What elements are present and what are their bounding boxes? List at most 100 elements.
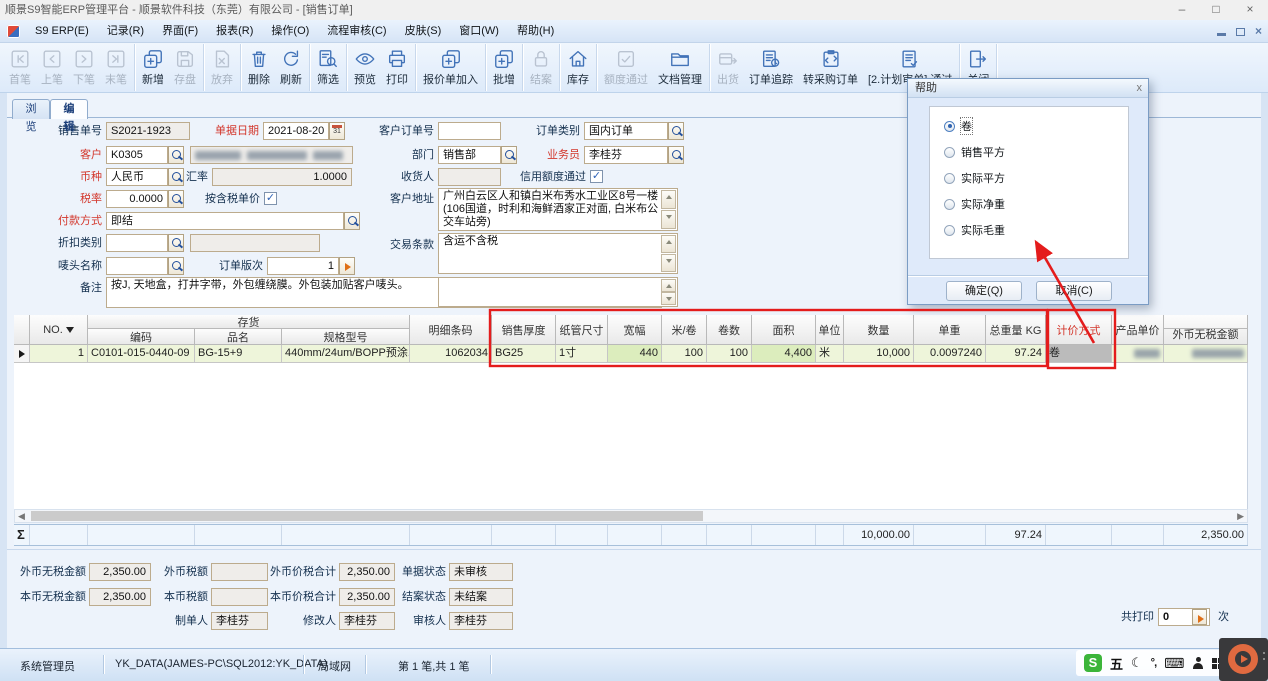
toolbar-preview-button[interactable]: 预览 (349, 44, 381, 91)
textarea-scroll-buttons[interactable] (661, 235, 676, 272)
cust-po-field[interactable] (438, 122, 501, 140)
column-header-unit[interactable]: 单位 (816, 315, 844, 345)
scroll-up-icon[interactable] (661, 235, 676, 253)
radio-icon[interactable] (944, 121, 955, 132)
tab-browse[interactable]: 浏览 (12, 99, 50, 119)
window-maximize-button[interactable]: □ (1200, 0, 1232, 20)
column-header-fcamount[interactable]: 外币无税金额 (1164, 315, 1248, 345)
cell-uprice[interactable] (1112, 345, 1164, 363)
textarea-scroll-buttons[interactable] (661, 190, 676, 229)
column-header-thickness[interactable]: 销售厚度 (492, 315, 556, 345)
menu-item-9[interactable]: 帮助(H) (508, 21, 563, 42)
toolbar-add-new-button[interactable]: 新增 (137, 44, 169, 91)
help-cancel-button[interactable]: 取消(C) (1036, 281, 1112, 301)
column-header-name[interactable]: 品名 (195, 329, 282, 345)
cell-fcamount[interactable] (1164, 345, 1248, 363)
cell-thickness[interactable]: BG25 (492, 345, 556, 363)
menu-item-7[interactable]: 皮肤(S) (396, 21, 451, 42)
toolbar-house-button[interactable]: 库存 (562, 44, 594, 91)
cell-width[interactable]: 440 (608, 345, 662, 363)
toolbar-quote-add-button[interactable]: 报价单加入 (418, 44, 483, 91)
toolbar-track-button[interactable]: 订单追踪 (744, 44, 798, 91)
credit-ok-checkbox[interactable]: ✓ (590, 170, 603, 183)
cell-core[interactable]: 1寸 (556, 345, 608, 363)
column-header-code[interactable]: 编码 (88, 329, 195, 345)
cell-area[interactable]: 4,400 (752, 345, 816, 363)
sogou-ime-icon[interactable]: S (1084, 654, 1102, 672)
pricing-option-3[interactable]: 实际平方 (944, 171, 1005, 185)
rate-field[interactable]: 1.0000 (212, 168, 352, 186)
mark-field[interactable] (106, 257, 168, 275)
radio-icon[interactable] (944, 173, 955, 184)
pricing-option-2[interactable]: 销售平方 (944, 145, 1005, 159)
help-dialog-close-icon[interactable]: x (1137, 81, 1143, 95)
tax-rate-lookup-icon[interactable] (168, 190, 184, 208)
mdi-restore-icon[interactable] (1236, 28, 1245, 36)
column-header-width[interactable]: 宽幅 (608, 315, 662, 345)
cell-tweight[interactable]: 97.24 (986, 345, 1046, 363)
cell-unit[interactable]: 米 (816, 345, 844, 363)
cell-code[interactable]: C0101-015-0440-09 (88, 345, 195, 363)
terms-textarea[interactable]: 含运不含税 (438, 233, 678, 274)
column-header-tweight[interactable]: 总重量 KG (986, 315, 1046, 345)
column-header-pricing[interactable]: 计价方式 (1046, 315, 1112, 345)
column-header-uweight[interactable]: 单重 (914, 315, 986, 345)
toolbar-refresh-button[interactable]: 刷新 (275, 44, 307, 91)
cell-no[interactable]: 1 (30, 345, 88, 363)
tab-edit[interactable]: 编辑 (50, 99, 88, 119)
payment-field[interactable]: 即结 (106, 212, 344, 230)
user-wordlib-icon[interactable] (1192, 657, 1204, 669)
dept-field[interactable]: 销售部 (438, 146, 501, 164)
print-count-spinner[interactable] (1192, 609, 1207, 625)
tax-incl-checkbox[interactable]: ✓ (264, 192, 277, 205)
scroll-up-icon[interactable] (661, 279, 676, 292)
toolbar-delete-button[interactable]: 删除 (243, 44, 275, 91)
column-header-no[interactable]: NO. (30, 315, 88, 345)
help-ok-button[interactable]: 确定(Q) (946, 281, 1022, 301)
punctuation-mode-icon[interactable]: °, (1151, 657, 1156, 669)
mdi-close-icon[interactable]: × (1255, 25, 1262, 37)
customer-field[interactable]: K0305 (106, 146, 168, 164)
discount-field[interactable] (106, 234, 168, 252)
payment-lookup-icon[interactable] (344, 212, 360, 230)
scrollbar-thumb[interactable] (31, 511, 703, 521)
salesman-field[interactable]: 李桂芬 (584, 146, 668, 164)
cell-pricing[interactable]: 卷 (1046, 345, 1112, 363)
menu-item-4[interactable]: 报表(R) (207, 21, 262, 42)
menu-item-1[interactable]: S9 ERP(E) (26, 21, 98, 42)
doc-date-calendar-icon[interactable]: 31 (329, 122, 345, 140)
scroll-down-icon[interactable] (661, 254, 676, 272)
window-close-button[interactable]: × (1234, 0, 1266, 20)
help-dialog-titlebar[interactable]: 帮助 x (908, 79, 1148, 98)
soft-keyboard-icon[interactable]: ⌨ (1164, 656, 1184, 670)
pricing-option-4[interactable]: 实际净重 (944, 197, 1005, 211)
toolbar-filter-button[interactable]: 筛选 (312, 44, 344, 91)
menu-item-3[interactable]: 界面(F) (153, 21, 207, 42)
toolbar-print-button[interactable]: 打印 (381, 44, 413, 91)
menu-item-5[interactable]: 操作(O) (262, 21, 318, 42)
radio-icon[interactable] (944, 147, 955, 158)
customer-lookup-icon[interactable] (168, 146, 184, 164)
address-textarea[interactable]: 广州白云区人和镇白米布秀水工业区8号一楼 (106国道，时利和海鲜酒家正对面, … (438, 188, 678, 231)
column-header-mpr[interactable]: 米/卷 (662, 315, 707, 345)
scroll-down-icon[interactable] (661, 210, 676, 229)
column-header-spec[interactable]: 规格型号 (282, 329, 410, 345)
menu-item-8[interactable]: 窗口(W) (450, 21, 508, 42)
screen-recorder-logo[interactable] (1219, 638, 1268, 681)
fullhalf-moon-icon[interactable]: ☾ (1131, 655, 1143, 671)
column-header-uprice[interactable]: 产品单价 (1112, 315, 1164, 345)
salesman-lookup-icon[interactable] (668, 146, 684, 164)
cell-mpr[interactable]: 100 (662, 345, 707, 363)
discount-lookup-icon[interactable] (168, 234, 184, 252)
window-minimize-button[interactable]: – (1166, 0, 1198, 20)
consignee-field[interactable] (438, 168, 501, 186)
dept-lookup-icon[interactable] (501, 146, 517, 164)
order-ver-field[interactable]: 1 (267, 257, 339, 275)
column-header-qty[interactable]: 数量 (844, 315, 914, 345)
doc-date-field[interactable]: 2021-08-20 (263, 122, 329, 140)
cell-rolls[interactable]: 100 (707, 345, 752, 363)
order-type-lookup-icon[interactable] (668, 122, 684, 140)
toolbar-batch-add-button[interactable]: 批增 (488, 44, 520, 91)
cell-barcode[interactable]: 1062034 (410, 345, 492, 363)
pricing-option-5[interactable]: 实际毛重 (944, 223, 1005, 237)
